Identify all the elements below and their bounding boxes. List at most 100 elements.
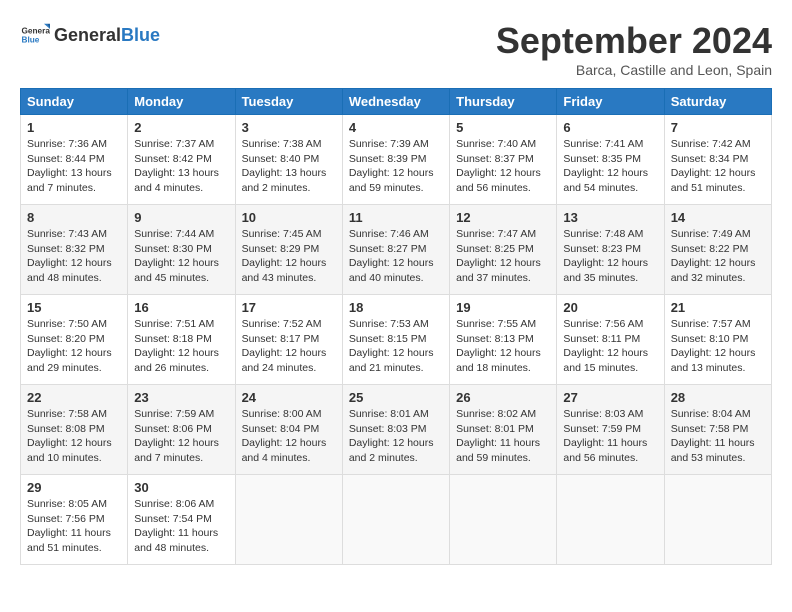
day-info: Sunrise: 8:00 AMSunset: 8:04 PMDaylight:… bbox=[242, 407, 336, 466]
day-number: 29 bbox=[27, 480, 121, 495]
day-number: 6 bbox=[563, 120, 657, 135]
header-tuesday: Tuesday bbox=[235, 89, 342, 115]
day-info: Sunrise: 7:36 AMSunset: 8:44 PMDaylight:… bbox=[27, 137, 121, 196]
day-info: Sunrise: 7:43 AMSunset: 8:32 PMDaylight:… bbox=[27, 227, 121, 286]
calendar-cell: 15 Sunrise: 7:50 AMSunset: 8:20 PMDayligh… bbox=[21, 295, 128, 385]
header-wednesday: Wednesday bbox=[342, 89, 449, 115]
header-row: Sunday Monday Tuesday Wednesday Thursday… bbox=[21, 89, 772, 115]
header-saturday: Saturday bbox=[664, 89, 771, 115]
calendar-cell bbox=[557, 475, 664, 565]
day-info: Sunrise: 8:01 AMSunset: 8:03 PMDaylight:… bbox=[349, 407, 443, 466]
day-info: Sunrise: 7:58 AMSunset: 8:08 PMDaylight:… bbox=[27, 407, 121, 466]
day-number: 2 bbox=[134, 120, 228, 135]
logo-icon: General Blue bbox=[20, 20, 50, 50]
day-number: 20 bbox=[563, 300, 657, 315]
calendar-week-2: 8 Sunrise: 7:43 AMSunset: 8:32 PMDaylight… bbox=[21, 205, 772, 295]
logo-general: General bbox=[54, 25, 121, 45]
day-info: Sunrise: 7:50 AMSunset: 8:20 PMDaylight:… bbox=[27, 317, 121, 376]
calendar-cell bbox=[235, 475, 342, 565]
day-number: 14 bbox=[671, 210, 765, 225]
day-info: Sunrise: 7:39 AMSunset: 8:39 PMDaylight:… bbox=[349, 137, 443, 196]
calendar-cell: 29 Sunrise: 8:05 AMSunset: 7:56 PMDayligh… bbox=[21, 475, 128, 565]
day-info: Sunrise: 7:45 AMSunset: 8:29 PMDaylight:… bbox=[242, 227, 336, 286]
calendar-cell: 12 Sunrise: 7:47 AMSunset: 8:25 PMDayligh… bbox=[450, 205, 557, 295]
calendar-cell: 21 Sunrise: 7:57 AMSunset: 8:10 PMDayligh… bbox=[664, 295, 771, 385]
day-number: 28 bbox=[671, 390, 765, 405]
day-info: Sunrise: 8:03 AMSunset: 7:59 PMDaylight:… bbox=[563, 407, 657, 466]
day-info: Sunrise: 7:47 AMSunset: 8:25 PMDaylight:… bbox=[456, 227, 550, 286]
title-area: September 2024 Barca, Castille and Leon,… bbox=[496, 20, 772, 78]
calendar-week-3: 15 Sunrise: 7:50 AMSunset: 8:20 PMDayligh… bbox=[21, 295, 772, 385]
day-number: 12 bbox=[456, 210, 550, 225]
header-friday: Friday bbox=[557, 89, 664, 115]
day-info: Sunrise: 8:06 AMSunset: 7:54 PMDaylight:… bbox=[134, 497, 228, 556]
day-number: 5 bbox=[456, 120, 550, 135]
day-info: Sunrise: 7:46 AMSunset: 8:27 PMDaylight:… bbox=[349, 227, 443, 286]
day-number: 8 bbox=[27, 210, 121, 225]
day-number: 9 bbox=[134, 210, 228, 225]
day-number: 19 bbox=[456, 300, 550, 315]
calendar-cell: 2 Sunrise: 7:37 AMSunset: 8:42 PMDaylight… bbox=[128, 115, 235, 205]
calendar-cell: 26Sunrise: 8:02 AMSunset: 8:01 PMDayligh… bbox=[450, 385, 557, 475]
calendar-cell: 8 Sunrise: 7:43 AMSunset: 8:32 PMDaylight… bbox=[21, 205, 128, 295]
day-info: Sunrise: 7:53 AMSunset: 8:15 PMDaylight:… bbox=[349, 317, 443, 376]
day-info: Sunrise: 7:48 AMSunset: 8:23 PMDaylight:… bbox=[563, 227, 657, 286]
day-number: 11 bbox=[349, 210, 443, 225]
calendar-cell: 6Sunrise: 7:41 AMSunset: 8:35 PMDaylight… bbox=[557, 115, 664, 205]
day-info: Sunrise: 7:56 AMSunset: 8:11 PMDaylight:… bbox=[563, 317, 657, 376]
day-number: 18 bbox=[349, 300, 443, 315]
day-number: 21 bbox=[671, 300, 765, 315]
day-info: Sunrise: 7:52 AMSunset: 8:17 PMDaylight:… bbox=[242, 317, 336, 376]
calendar-cell: 17 Sunrise: 7:52 AMSunset: 8:17 PMDayligh… bbox=[235, 295, 342, 385]
day-info: Sunrise: 7:59 AMSunset: 8:06 PMDaylight:… bbox=[134, 407, 228, 466]
day-info: Sunrise: 7:55 AMSunset: 8:13 PMDaylight:… bbox=[456, 317, 550, 376]
day-info: Sunrise: 7:51 AMSunset: 8:18 PMDaylight:… bbox=[134, 317, 228, 376]
day-info: Sunrise: 7:44 AMSunset: 8:30 PMDaylight:… bbox=[134, 227, 228, 286]
calendar-week-5: 29 Sunrise: 8:05 AMSunset: 7:56 PMDayligh… bbox=[21, 475, 772, 565]
location-subtitle: Barca, Castille and Leon, Spain bbox=[496, 62, 772, 78]
calendar-week-1: 1 Sunrise: 7:36 AMSunset: 8:44 PMDaylight… bbox=[21, 115, 772, 205]
calendar-cell: 24 Sunrise: 8:00 AMSunset: 8:04 PMDayligh… bbox=[235, 385, 342, 475]
calendar-cell: 10Sunrise: 7:45 AMSunset: 8:29 PMDayligh… bbox=[235, 205, 342, 295]
day-info: Sunrise: 7:42 AMSunset: 8:34 PMDaylight:… bbox=[671, 137, 765, 196]
day-number: 17 bbox=[242, 300, 336, 315]
day-number: 25 bbox=[349, 390, 443, 405]
logo-blue: Blue bbox=[121, 25, 160, 45]
day-number: 30 bbox=[134, 480, 228, 495]
calendar-cell: 18 Sunrise: 7:53 AMSunset: 8:15 PMDayligh… bbox=[342, 295, 449, 385]
day-number: 24 bbox=[242, 390, 336, 405]
header-monday: Monday bbox=[128, 89, 235, 115]
logo: General Blue GeneralBlue bbox=[20, 20, 160, 50]
calendar-cell: 1 Sunrise: 7:36 AMSunset: 8:44 PMDaylight… bbox=[21, 115, 128, 205]
day-info: Sunrise: 7:37 AMSunset: 8:42 PMDaylight:… bbox=[134, 137, 228, 196]
svg-text:General: General bbox=[22, 27, 51, 36]
day-number: 27 bbox=[563, 390, 657, 405]
calendar-cell bbox=[450, 475, 557, 565]
calendar-cell: 23 Sunrise: 7:59 AMSunset: 8:06 PMDayligh… bbox=[128, 385, 235, 475]
day-number: 1 bbox=[27, 120, 121, 135]
day-info: Sunrise: 7:38 AMSunset: 8:40 PMDaylight:… bbox=[242, 137, 336, 196]
month-title: September 2024 bbox=[496, 20, 772, 62]
day-number: 22 bbox=[27, 390, 121, 405]
day-number: 26 bbox=[456, 390, 550, 405]
calendar-cell: 14Sunrise: 7:49 AMSunset: 8:22 PMDayligh… bbox=[664, 205, 771, 295]
day-info: Sunrise: 7:40 AMSunset: 8:37 PMDaylight:… bbox=[456, 137, 550, 196]
calendar-cell: 11 Sunrise: 7:46 AMSunset: 8:27 PMDayligh… bbox=[342, 205, 449, 295]
calendar-cell: 16 Sunrise: 7:51 AMSunset: 8:18 PMDayligh… bbox=[128, 295, 235, 385]
calendar-cell: 9 Sunrise: 7:44 AMSunset: 8:30 PMDaylight… bbox=[128, 205, 235, 295]
calendar-cell bbox=[342, 475, 449, 565]
day-number: 3 bbox=[242, 120, 336, 135]
calendar-table: Sunday Monday Tuesday Wednesday Thursday… bbox=[20, 88, 772, 565]
page-header: General Blue GeneralBlue September 2024 … bbox=[20, 20, 772, 78]
day-number: 23 bbox=[134, 390, 228, 405]
day-info: Sunrise: 8:05 AMSunset: 7:56 PMDaylight:… bbox=[27, 497, 121, 556]
day-number: 4 bbox=[349, 120, 443, 135]
calendar-cell: 27 Sunrise: 8:03 AMSunset: 7:59 PMDayligh… bbox=[557, 385, 664, 475]
calendar-cell: 19 Sunrise: 7:55 AMSunset: 8:13 PMDayligh… bbox=[450, 295, 557, 385]
day-info: Sunrise: 7:57 AMSunset: 8:10 PMDaylight:… bbox=[671, 317, 765, 376]
day-number: 16 bbox=[134, 300, 228, 315]
calendar-cell: 22 Sunrise: 7:58 AMSunset: 8:08 PMDayligh… bbox=[21, 385, 128, 475]
header-sunday: Sunday bbox=[21, 89, 128, 115]
calendar-cell: 7Sunrise: 7:42 AMSunset: 8:34 PMDaylight… bbox=[664, 115, 771, 205]
day-number: 15 bbox=[27, 300, 121, 315]
